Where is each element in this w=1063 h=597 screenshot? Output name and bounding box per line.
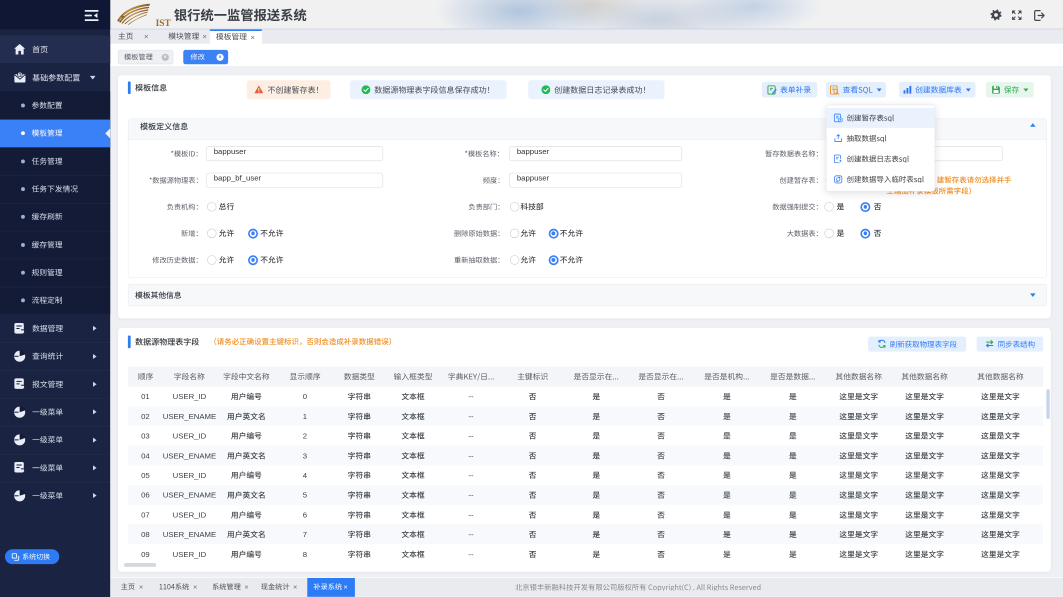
- svg-text:IST: IST: [156, 19, 172, 27]
